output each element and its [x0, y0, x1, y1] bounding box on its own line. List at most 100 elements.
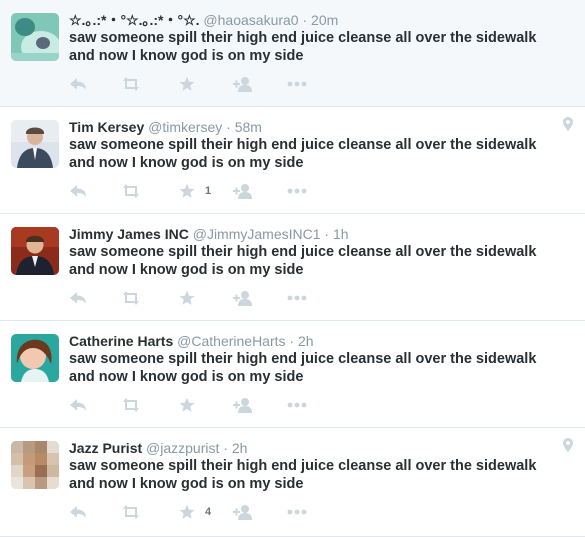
timestamp[interactable]: 1h [333, 226, 349, 242]
tweet-feed: ☆.｡.:*・°☆.｡.:*・°☆. @haoasakura0 · 20m sa… [0, 0, 585, 537]
location-pin-icon[interactable] [563, 117, 573, 131]
user-handle[interactable]: @haoasakura0 [203, 12, 298, 28]
follow-icon [233, 505, 252, 520]
retweet-button[interactable] [121, 74, 141, 94]
tweet-text: saw someone spill their high end juice c… [69, 458, 537, 492]
tweet[interactable]: Jimmy James INC @JimmyJamesINC1 · 1h saw… [0, 214, 585, 321]
more-icon [287, 295, 307, 301]
retweet-button[interactable] [121, 502, 141, 522]
separator: · [324, 226, 330, 242]
more-icon [287, 81, 307, 87]
tweet[interactable]: Catherine Harts @CatherineHarts · 2h saw… [0, 321, 585, 428]
star-icon [179, 504, 195, 519]
reply-icon [70, 185, 86, 197]
follow-icon [233, 291, 252, 306]
location-pin-icon[interactable] [563, 438, 573, 452]
reply-icon [70, 78, 86, 90]
retweet-icon [123, 77, 139, 91]
follow-button[interactable] [233, 502, 253, 522]
tweet-actions [69, 395, 369, 415]
retweet-button[interactable] [121, 181, 141, 201]
user-handle[interactable]: @JimmyJamesINC1 [193, 226, 321, 242]
tweet-text: saw someone spill their high end juice c… [69, 244, 537, 278]
favorite-count: 1 [205, 185, 212, 197]
avatar[interactable] [11, 227, 59, 275]
favorite-count: 4 [205, 506, 212, 518]
tweet-header: ☆.｡.:*・°☆.｡.:*・°☆. @haoasakura0 · 20m [69, 11, 555, 29]
star-icon [179, 397, 195, 412]
more-button[interactable] [287, 74, 307, 94]
more-icon [287, 509, 307, 515]
more-button[interactable] [287, 288, 307, 308]
separator: · [226, 119, 231, 135]
favorite-button[interactable]: 1 [179, 181, 211, 201]
follow-button[interactable] [233, 74, 253, 94]
star-icon [179, 290, 195, 305]
follow-icon [233, 77, 252, 92]
favorite-button[interactable] [179, 288, 205, 308]
user-name[interactable]: Jazz Purist [69, 440, 142, 456]
follow-icon [233, 184, 252, 199]
tweet-header: Jimmy James INC @JimmyJamesINC1 · 1h [69, 225, 555, 243]
user-handle[interactable]: @timkersey [148, 119, 222, 135]
tweet[interactable]: ☆.｡.:*・°☆.｡.:*・°☆. @haoasakura0 · 20m sa… [0, 0, 585, 107]
reply-button[interactable] [69, 181, 87, 201]
star-icon [179, 183, 195, 198]
reply-button[interactable] [69, 395, 87, 415]
separator: · [302, 12, 308, 28]
tweet[interactable]: Jazz Purist @jazzpurist · 2h saw someone… [0, 428, 585, 537]
reply-button[interactable] [69, 288, 87, 308]
tweet-actions [69, 74, 369, 94]
retweet-icon [123, 291, 139, 305]
more-button[interactable] [287, 502, 307, 522]
more-button[interactable] [287, 181, 307, 201]
tweet-header: Tim Kersey @timkersey · 58m [69, 118, 555, 136]
user-name[interactable]: Tim Kersey [69, 119, 144, 135]
retweet-icon [123, 184, 139, 198]
avatar[interactable] [11, 120, 59, 168]
user-name[interactable]: ☆.｡.:*・°☆.｡.:*・°☆. [69, 12, 200, 28]
user-name[interactable]: Catherine Harts [69, 333, 173, 349]
separator: · [289, 333, 295, 349]
more-icon [287, 188, 307, 194]
timestamp[interactable]: 58m [235, 119, 262, 135]
tweet-header: Catherine Harts @CatherineHarts · 2h [69, 332, 555, 350]
user-handle[interactable]: @jazzpurist [146, 440, 219, 456]
separator: · [223, 440, 228, 456]
timestamp[interactable]: 20m [311, 12, 338, 28]
favorite-button[interactable] [179, 395, 205, 415]
reply-icon [70, 506, 86, 518]
tweet-actions: 4 [69, 502, 369, 522]
favorite-button[interactable]: 4 [179, 502, 211, 522]
follow-icon [233, 398, 252, 413]
tweet-actions: 1 [69, 181, 369, 201]
reply-button[interactable] [69, 502, 87, 522]
tweet-text: saw someone spill their high end juice c… [69, 137, 537, 171]
retweet-button[interactable] [121, 288, 141, 308]
retweet-icon [123, 505, 139, 519]
tweet-header: Jazz Purist @jazzpurist · 2h [69, 439, 555, 457]
follow-button[interactable] [233, 288, 253, 308]
tweet-text: saw someone spill their high end juice c… [69, 351, 537, 385]
avatar[interactable] [11, 334, 59, 382]
favorite-button[interactable] [179, 74, 205, 94]
user-name[interactable]: Jimmy James INC [69, 226, 189, 242]
retweet-icon [123, 398, 139, 412]
timestamp[interactable]: 2h [232, 440, 248, 456]
avatar[interactable] [11, 13, 59, 61]
user-handle[interactable]: @CatherineHarts [177, 333, 285, 349]
more-button[interactable] [287, 395, 307, 415]
follow-button[interactable] [233, 395, 253, 415]
star-icon [179, 76, 195, 91]
more-icon [287, 402, 307, 408]
timestamp[interactable]: 2h [298, 333, 314, 349]
tweet-text: saw someone spill their high end juice c… [69, 30, 537, 64]
reply-button[interactable] [69, 74, 87, 94]
tweet[interactable]: Tim Kersey @timkersey · 58m saw someone … [0, 107, 585, 214]
reply-icon [70, 399, 86, 411]
retweet-button[interactable] [121, 395, 141, 415]
avatar[interactable] [11, 441, 59, 489]
reply-icon [70, 292, 86, 304]
follow-button[interactable] [233, 181, 253, 201]
tweet-actions [69, 288, 369, 308]
